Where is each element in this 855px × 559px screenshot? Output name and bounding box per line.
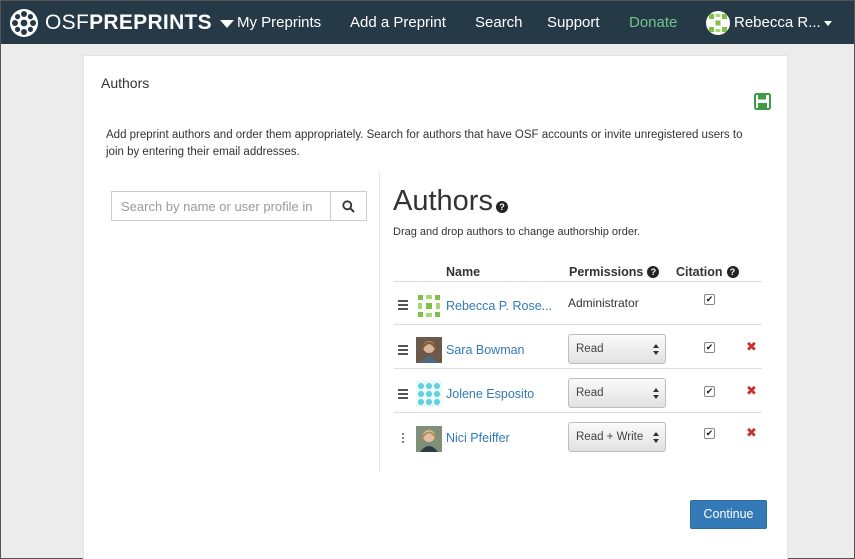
drag-handle-icon[interactable] [398,389,408,399]
user-name[interactable]: Rebecca R... [734,14,821,31]
permission-select[interactable]: Read [568,378,666,408]
permission-select[interactable]: Read [568,334,666,364]
permissions-help-icon[interactable]: ? [647,266,660,278]
row-divider [394,324,762,325]
author-avatar [416,337,442,363]
select-arrows-icon [653,344,659,355]
osf-logo-icon [10,8,38,37]
brand[interactable]: OSF PREPRINTS [9,8,234,38]
permission-select[interactable]: Read + Write [568,422,666,452]
photo-avatar-icon [416,337,442,363]
author-row[interactable]: Rebecca P. Rose... Administrator ✔ [84,284,789,328]
citation-checkbox[interactable]: ✔ [704,294,715,305]
brand-preprints: PREPRINTS [89,10,212,34]
remove-author-icon[interactable]: ✖ [746,383,757,399]
photo-avatar-icon [416,426,442,452]
author-avatar [416,293,442,319]
column-permissions-label: Permissions [569,265,644,279]
nav-add-preprint[interactable]: Add a Preprint [350,14,446,31]
author-name-link[interactable]: Rebecca P. Rose... [446,299,552,313]
column-header-citation: Citation ? [676,265,739,279]
citation-help-icon[interactable]: ? [726,266,739,278]
remove-author-icon[interactable]: ✖ [746,339,757,355]
panel-title: Authors [101,75,150,91]
citation-checkbox[interactable]: ✔ [704,386,715,397]
author-name-link[interactable]: Jolene Esposito [446,387,534,401]
table-header-divider [394,281,762,282]
panel-description: Add preprint authors and order them appr… [106,129,743,158]
continue-button[interactable]: Continue [690,500,767,529]
user-avatar[interactable] [706,11,730,35]
caret-down-icon[interactable] [219,19,234,28]
drag-handle-icon[interactable] [398,433,408,443]
select-arrows-icon [653,388,659,399]
identicon-icon [416,293,442,319]
permission-selected: Read [576,387,604,399]
user-menu-caret-icon[interactable] [824,21,832,26]
remove-author-icon[interactable]: ✖ [746,425,757,441]
navbar: OSF PREPRINTS My Preprints Add a Preprint… [1,1,854,44]
author-avatar [416,426,442,452]
user-identicon-icon [709,14,727,32]
author-row[interactable]: Nici Pfeiffer Read + Write ✔ ✖ [84,416,789,460]
author-search [111,191,367,221]
citation-checkbox[interactable]: ✔ [704,428,715,439]
brand-osf: OSF [45,10,90,34]
author-search-input[interactable] [112,192,330,220]
search-button[interactable] [330,192,366,220]
brand-name: OSF PREPRINTS [45,11,212,35]
select-arrows-icon [653,432,659,443]
row-divider [394,368,762,369]
authors-panel: Authors Add preprint authors and order t… [83,55,788,559]
save-icon[interactable] [754,93,771,110]
column-name-label: Name [446,265,481,279]
authors-heading: Authors [393,185,493,217]
help-icon[interactable]: ? [496,201,508,213]
column-citation-label: Citation [676,265,723,279]
drag-handle-icon[interactable] [398,300,408,310]
author-row[interactable]: Sara Bowman Read ✔ ✖ [84,328,789,372]
drag-handle-icon[interactable] [398,345,408,355]
search-icon [342,199,355,213]
nav-my-preprints[interactable]: My Preprints [237,14,321,31]
citation-checkbox[interactable]: ✔ [704,342,715,353]
nav-search[interactable]: Search [475,14,523,31]
permission-selected: Read [576,343,604,355]
identicon-icon [416,381,442,407]
author-name-link[interactable]: Sara Bowman [446,343,525,357]
row-divider [394,412,762,413]
nav-support[interactable]: Support [547,14,600,31]
author-avatar [416,381,442,407]
column-header-permissions: Permissions ? [569,265,660,279]
column-header-name: Name [446,265,480,279]
author-row[interactable]: Jolene Esposito Read ✔ ✖ [84,372,789,416]
author-name-link[interactable]: Nici Pfeiffer [446,431,510,445]
permission-text: Administrator [568,296,639,310]
nav-donate[interactable]: Donate [629,14,677,31]
drag-hint: Drag and drop authors to change authorsh… [393,226,641,238]
permission-selected: Read + Write [576,431,644,443]
